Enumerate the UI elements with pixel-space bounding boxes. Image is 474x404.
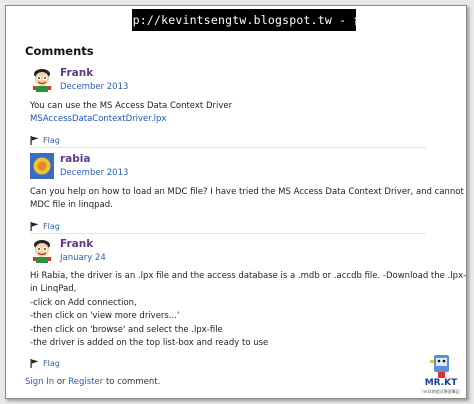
comment-line: -click on Add connection, [30, 297, 137, 308]
avatar[interactable] [30, 238, 54, 264]
comment-item: rabia December 2013 Can you help on how … [30, 153, 466, 233]
flag-icon [30, 136, 39, 145]
comment-author-link[interactable]: rabia [60, 153, 90, 165]
mrkt-logo: MR.KT mrkt的程式學習筆記 [421, 352, 461, 396]
logo-text: MR.KT [424, 378, 458, 388]
page-frame: http://kevintsengtw.blogspot.tw - 台灣 Com… [5, 5, 467, 399]
flag-label: Flag [43, 136, 60, 145]
comment-separator [30, 233, 426, 234]
comment-author-link[interactable]: Frank [60, 238, 93, 250]
comment-line: in LinqPad, [30, 284, 77, 295]
comment-body: Can you help on how to load an MDC file?… [30, 186, 467, 213]
comment-line: -the driver is added on the top list-box… [30, 338, 269, 349]
comment-body: You can use the MS Access Data Context D… [30, 100, 232, 127]
comment-date-link[interactable]: December 2013 [60, 82, 128, 92]
flag-label: Flag [43, 359, 60, 368]
or-text: or [54, 377, 69, 387]
comment-line: Can you help on how to load an MDC file?… [30, 187, 467, 197]
flag-button[interactable]: Flag [30, 359, 60, 368]
comment-line: Hi Rabia, the driver is an .lpx file and… [30, 271, 467, 281]
flag-label: Flag [43, 222, 60, 231]
comment-date-link[interactable]: December 2013 [60, 168, 128, 178]
comment-item: Frank December 2013 You can use the MS A… [30, 67, 428, 149]
comments-heading: Comments [25, 44, 94, 58]
sign-in-prompt: Sign In or Register to comment. [25, 377, 160, 387]
avatar[interactable] [30, 153, 54, 179]
flag-icon [30, 222, 39, 231]
to-comment-text: to comment. [103, 377, 161, 387]
flag-button[interactable]: Flag [30, 222, 60, 231]
url-watermark-banner: http://kevintsengtw.blogspot.tw - 台灣 [111, 9, 377, 31]
comment-item: Frank January 24 Hi Rabia, the driver is… [30, 238, 466, 368]
comment-line: -then click on 'browse' and select the .… [30, 324, 223, 335]
avatar[interactable] [30, 67, 54, 93]
logo-subtext: mrkt的程式學習筆記 [422, 389, 460, 394]
flag-icon [30, 359, 39, 368]
comment-line: -then click on 'view more drivers...' [30, 311, 180, 322]
comment-author-link[interactable]: Frank [60, 67, 93, 79]
flag-button[interactable]: Flag [30, 136, 60, 145]
driver-download-link[interactable]: MSAccessDataContextDriver.lpx [30, 113, 232, 126]
mascot-icon [430, 355, 449, 378]
comment-date-link[interactable]: January 24 [60, 253, 106, 263]
sign-in-link[interactable]: Sign In [25, 377, 54, 387]
comment-line: You can use the MS Access Data Context D… [30, 101, 233, 111]
comment-body: Hi Rabia, the driver is an .lpx file and… [30, 270, 467, 350]
comment-separator [30, 147, 426, 148]
comment-line: MDC file in linqpad. [30, 200, 113, 211]
register-link[interactable]: Register [68, 377, 103, 387]
